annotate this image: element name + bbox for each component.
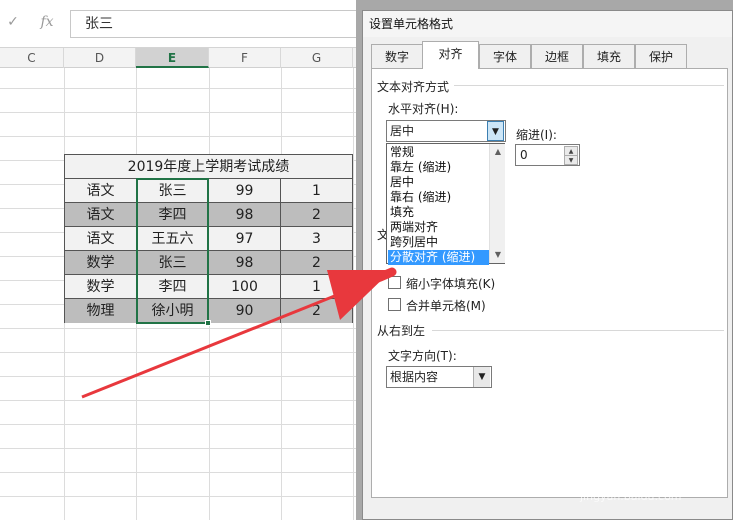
table-cell-rank[interactable]: 2	[281, 251, 352, 275]
table-cell-score[interactable]: 100	[209, 275, 281, 299]
grid-line	[353, 68, 354, 520]
table-cell-score[interactable]: 90	[209, 299, 281, 323]
tab-fill[interactable]: 填充	[583, 44, 635, 68]
dropdown-option[interactable]: 填充	[388, 205, 489, 220]
table-cell-subject[interactable]: 语文	[65, 203, 137, 227]
baidu-watermark: Baidu经验 jingyan.baidu.com	[560, 455, 692, 503]
column-header-bar: C D E F G	[0, 48, 362, 68]
table-cell-subject[interactable]: 语文	[65, 227, 137, 251]
indent-label: 缩进(I):	[516, 128, 557, 142]
text-direction-value: 根据内容	[390, 370, 439, 384]
indent-value: 0	[520, 148, 528, 162]
watermark-brand: Baidu经验	[560, 461, 692, 489]
confirm-check-icon[interactable]: ✓	[2, 0, 24, 44]
tab-font[interactable]: 字体	[479, 44, 531, 68]
table-cell-score[interactable]: 99	[209, 179, 281, 203]
dropdown-option[interactable]: 靠左 (缩进)	[388, 160, 489, 175]
merge-cells-label: 合并单元格(M)	[406, 299, 486, 313]
divider	[454, 85, 724, 86]
tab-border[interactable]: 边框	[531, 44, 583, 68]
table-cell-rank[interactable]: 3	[281, 227, 352, 251]
formula-bar: ✓ fx 张三	[0, 0, 362, 48]
table-cell-rank[interactable]: 2	[281, 203, 352, 227]
insert-function-icon[interactable]: fx	[36, 0, 58, 44]
formula-input[interactable]: 张三	[70, 10, 362, 38]
chevron-down-icon[interactable]: ▼	[487, 121, 504, 141]
column-header-f[interactable]: F	[209, 48, 281, 68]
dialog-title: 设置单元格格式	[363, 11, 732, 37]
horizontal-align-dropdown: 常规 靠左 (缩进) 居中 靠右 (缩进) 填充 两端对齐 跨列居中 分散对齐 (缩进) ▲ …	[386, 143, 505, 265]
table-cell-subject[interactable]: 物理	[65, 299, 137, 323]
table-cell-rank[interactable]: 2	[281, 299, 352, 323]
table-cell-subject[interactable]: 语文	[65, 179, 137, 203]
column-header-g[interactable]: G	[281, 48, 353, 68]
selection-range	[136, 178, 209, 324]
scroll-up-icon[interactable]: ▲	[490, 144, 506, 160]
merge-cells-checkbox[interactable]	[388, 298, 401, 311]
table-cell-score[interactable]: 97	[209, 227, 281, 251]
table-title[interactable]: 2019年度上学期考试成绩	[65, 155, 352, 179]
chevron-down-icon[interactable]: ▼	[473, 367, 490, 387]
tab-protection[interactable]: 保护	[635, 44, 687, 68]
table-cell-subject[interactable]: 数学	[65, 251, 137, 275]
dropdown-option[interactable]: 分散对齐 (缩进)	[388, 250, 489, 265]
column-header-e[interactable]: E	[136, 48, 209, 68]
shrink-to-fit-checkbox[interactable]	[388, 276, 401, 289]
column-header-d[interactable]: D	[64, 48, 136, 68]
tab-number[interactable]: 数字	[371, 44, 423, 68]
fill-handle[interactable]	[205, 320, 211, 326]
horizontal-align-value: 居中	[390, 124, 415, 138]
scroll-down-icon[interactable]: ▼	[490, 247, 506, 263]
dropdown-option[interactable]: 跨列居中	[388, 235, 489, 250]
dropdown-scrollbar[interactable]: ▲ ▼	[489, 144, 505, 263]
dropdown-option[interactable]: 两端对齐	[388, 220, 489, 235]
text-direction-label: 文字方向(T):	[388, 349, 457, 363]
horizontal-align-label: 水平对齐(H):	[388, 102, 459, 116]
dropdown-option[interactable]: 靠右 (缩进)	[388, 190, 489, 205]
tab-alignment[interactable]: 对齐	[422, 41, 479, 69]
rtl-group-label: 从右到左	[377, 324, 426, 338]
spin-down-icon[interactable]: ▼	[564, 155, 578, 165]
column-header-c[interactable]: C	[0, 48, 64, 68]
text-align-group-label: 文本对齐方式	[377, 80, 450, 94]
table-cell-rank[interactable]: 1	[281, 179, 352, 203]
table-cell-subject[interactable]: 数学	[65, 275, 137, 299]
table-cell-rank[interactable]: 1	[281, 275, 352, 299]
dropdown-option[interactable]: 常规	[388, 145, 489, 160]
dropdown-option[interactable]: 居中	[388, 175, 489, 190]
shrink-to-fit-label: 缩小字体填充(K)	[406, 277, 496, 291]
watermark-url: jingyan.baidu.com	[580, 490, 682, 503]
table-cell-score[interactable]: 98	[209, 251, 281, 275]
divider	[432, 330, 724, 331]
table-cell-score[interactable]: 98	[209, 203, 281, 227]
